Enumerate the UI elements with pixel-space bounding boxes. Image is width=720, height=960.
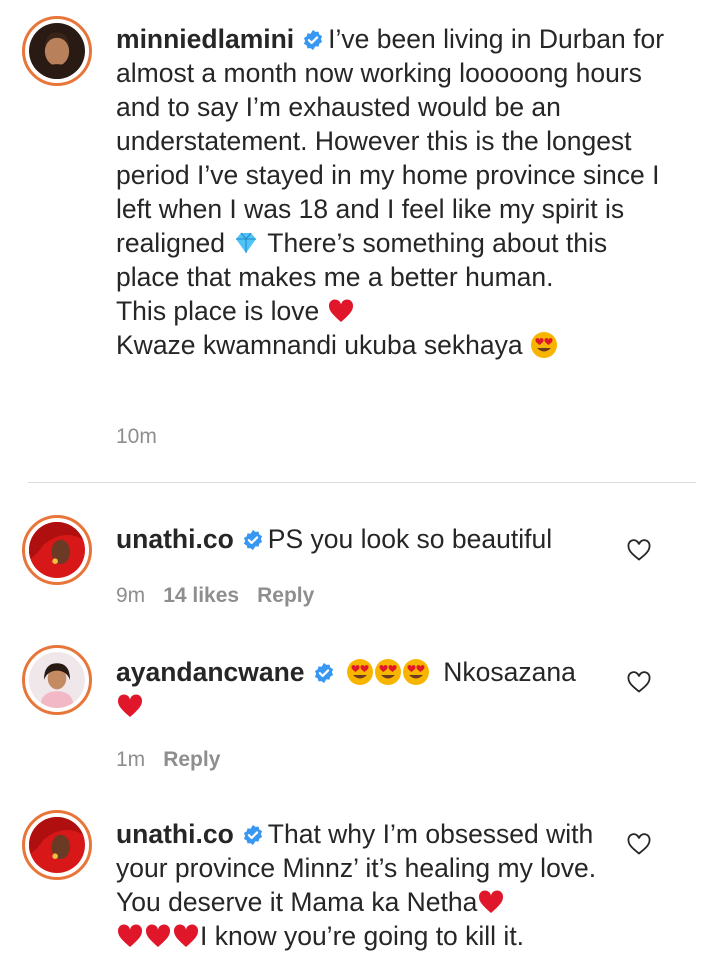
comment-1: unathi.co PS you look so beautiful bbox=[116, 522, 616, 556]
verified-badge-icon bbox=[243, 824, 262, 846]
avatar-ayandancwane[interactable] bbox=[22, 645, 92, 715]
comment-text: I know you’re going to kill it. bbox=[200, 921, 525, 951]
comment-2: ayandancwane Nkosazana bbox=[116, 655, 616, 723]
like-heart-outline-icon[interactable] bbox=[626, 538, 652, 562]
avatar-unathi-co[interactable] bbox=[22, 515, 92, 585]
comment-likes[interactable]: 14 likes bbox=[163, 584, 239, 608]
comment-username[interactable]: ayandancwane bbox=[116, 657, 305, 687]
red-heart-emoji-icon bbox=[328, 299, 353, 322]
comment-text: Nkosazana bbox=[443, 657, 576, 687]
comment-time: 1m bbox=[116, 748, 146, 771]
post-time: 10m bbox=[116, 425, 157, 448]
reply-button[interactable]: Reply bbox=[163, 748, 220, 772]
comment-time: 9m bbox=[116, 584, 146, 607]
verified-badge-icon bbox=[314, 662, 333, 684]
caption-text-3: This place is love bbox=[116, 296, 320, 326]
profile-photo bbox=[29, 23, 85, 79]
profile-photo bbox=[29, 817, 85, 873]
red-heart-emoji-icon bbox=[117, 694, 143, 717]
caption-text-1: I’ve been living in Durban for almost a … bbox=[116, 24, 665, 258]
caption-text-4: Kwaze kwamnandi ukuba sekhaya bbox=[116, 330, 523, 360]
red-heart-emoji-icon bbox=[117, 924, 143, 947]
post-meta: 10m bbox=[116, 425, 157, 449]
red-heart-emoji-icon bbox=[479, 890, 504, 913]
heart-eyes-emoji-icon bbox=[402, 659, 429, 685]
verified-badge-icon bbox=[243, 529, 262, 551]
comment-1-meta: 9m 14 likes Reply bbox=[116, 584, 314, 608]
like-heart-outline-icon[interactable] bbox=[626, 832, 652, 856]
comment-3: unathi.co That why I’m obsessed with your… bbox=[116, 817, 606, 953]
comment-username[interactable]: unathi.co bbox=[116, 819, 234, 849]
verified-badge-icon bbox=[304, 29, 323, 51]
divider bbox=[28, 482, 696, 483]
post-caption: minniedlamini I’ve been living in Durban … bbox=[116, 22, 676, 362]
post-username[interactable]: minniedlamini bbox=[116, 24, 294, 54]
red-heart-emoji-icon bbox=[145, 924, 171, 947]
comment-text: PS you look so beautiful bbox=[267, 524, 553, 554]
comment-username[interactable]: unathi.co bbox=[116, 524, 234, 554]
like-heart-outline-icon[interactable] bbox=[626, 670, 652, 694]
heart-eyes-emoji-icon bbox=[530, 332, 557, 358]
red-heart-emoji-icon bbox=[173, 924, 199, 947]
avatar-minniedlamini[interactable] bbox=[22, 16, 92, 86]
avatar-unathi-co[interactable] bbox=[22, 810, 92, 880]
diamond-emoji-icon bbox=[236, 232, 257, 253]
comment-2-meta: 1m Reply bbox=[116, 748, 220, 772]
heart-eyes-emoji-icon bbox=[346, 659, 373, 685]
reply-button[interactable]: Reply bbox=[257, 584, 314, 608]
profile-photo bbox=[29, 652, 85, 708]
profile-photo bbox=[29, 522, 85, 578]
heart-eyes-emoji-icon bbox=[374, 659, 401, 685]
